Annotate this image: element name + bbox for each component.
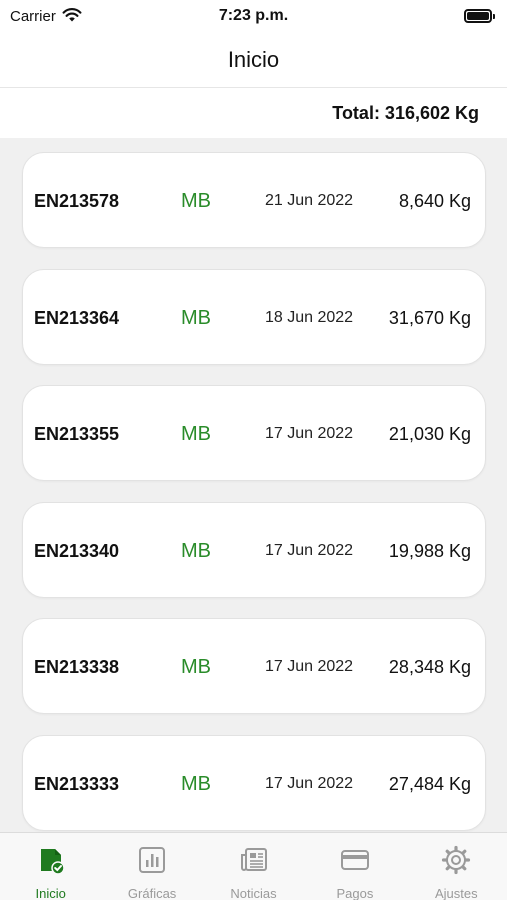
shipment-list[interactable]: EN213578 MB 21 Jun 2022 8,640 Kg EN21336… [0, 138, 507, 832]
tab-pagos[interactable]: Pagos [304, 833, 405, 900]
tab-ajustes[interactable]: Ajustes [406, 833, 507, 900]
shipment-grade: MB [181, 423, 211, 445]
list-item[interactable]: EN213364 MB 18 Jun 2022 31,670 Kg [22, 269, 486, 365]
shipment-weight: 27,484 Kg [388, 774, 471, 794]
tab-graficas[interactable]: Gráficas [101, 833, 202, 900]
tab-label: Ajustes [435, 886, 478, 900]
total-summary: Total: 316,602 Kg [0, 88, 507, 138]
tab-label: Inicio [35, 886, 66, 900]
shipment-date: 17 Jun 2022 [265, 658, 354, 675]
list-item[interactable]: EN213333 MB 17 Jun 2022 27,484 Kg [22, 735, 486, 831]
shipment-date: 17 Jun 2022 [265, 542, 354, 559]
shipment-code: EN213364 [34, 308, 120, 328]
shipment-code: EN213338 [34, 657, 120, 677]
shipment-weight: 28,348 Kg [388, 657, 471, 677]
shipment-weight: 8,640 Kg [398, 191, 471, 211]
tab-label: Noticias [230, 886, 277, 900]
list-item[interactable]: EN213338 MB 17 Jun 2022 28,348 Kg [22, 618, 486, 714]
shipment-code: EN213340 [34, 541, 120, 561]
shipment-grade: MB [181, 773, 211, 795]
battery-icon [464, 9, 495, 23]
tab-inicio[interactable]: Inicio [0, 833, 101, 900]
shipment-weight: 19,988 Kg [388, 541, 471, 561]
navigation-bar: Inicio [0, 32, 507, 88]
tab-label: Pagos [336, 886, 374, 900]
page-title: Inicio [227, 46, 280, 72]
home-document-icon [36, 845, 66, 880]
total-label: Total: 316,602 Kg [332, 102, 479, 123]
shipment-date: 17 Jun 2022 [265, 425, 354, 442]
shipment-date: 17 Jun 2022 [265, 775, 354, 792]
status-bar: Carrier 7:23 p.m. [0, 0, 507, 32]
newspaper-icon [239, 845, 269, 880]
shipment-code: EN213333 [34, 774, 120, 794]
shipment-date: 21 Jun 2022 [265, 192, 354, 209]
tab-label: Gráficas [127, 886, 177, 900]
shipment-grade: MB [181, 307, 211, 329]
list-item[interactable]: EN213355 MB 17 Jun 2022 21,030 Kg [22, 385, 486, 481]
list-item[interactable]: EN213340 MB 17 Jun 2022 19,988 Kg [22, 502, 486, 598]
gear-icon [441, 845, 471, 880]
status-left: Carrier [10, 7, 82, 26]
wifi-icon [62, 7, 82, 26]
tab-noticias[interactable]: Noticias [203, 833, 304, 900]
shipment-grade: MB [181, 540, 211, 562]
shipment-grade: MB [181, 656, 211, 678]
chart-icon [137, 845, 167, 880]
shipment-weight: 31,670 Kg [388, 308, 471, 328]
shipment-weight: 21,030 Kg [388, 424, 471, 444]
shipment-grade: MB [181, 190, 211, 212]
credit-card-icon [340, 845, 370, 880]
list-item[interactable]: EN213578 MB 21 Jun 2022 8,640 Kg [22, 152, 486, 248]
carrier-label: Carrier [10, 7, 56, 25]
shipment-code: EN213355 [34, 424, 120, 444]
shipment-code: EN213578 [34, 191, 120, 211]
tab-bar: Inicio Gráficas Noticias Pagos Ajustes [0, 832, 507, 900]
shipment-date: 18 Jun 2022 [265, 309, 354, 326]
